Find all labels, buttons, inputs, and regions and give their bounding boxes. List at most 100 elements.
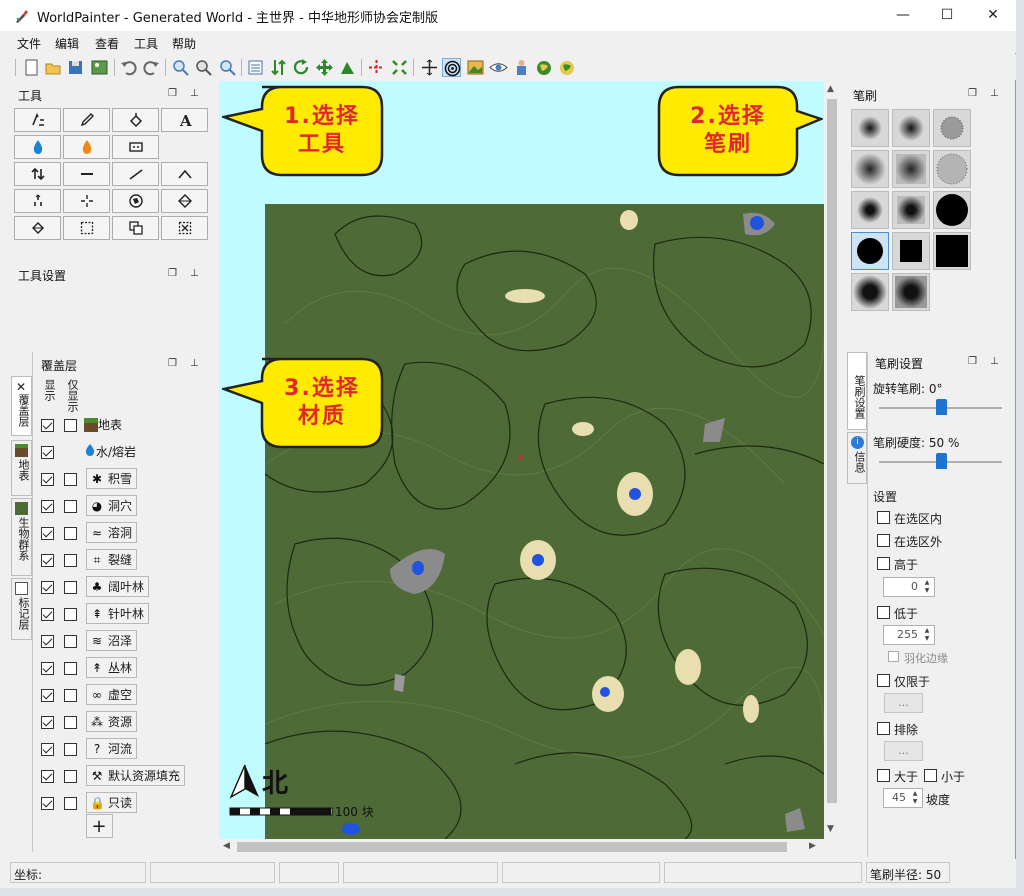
menu-file[interactable]: 文件 xyxy=(17,35,41,52)
map-canvas[interactable]: 1.选择 工具 2.选择 笔刷 3.选择 材质 北 100 块 xyxy=(219,81,824,839)
panel-pin-icon[interactable]: ⊥ xyxy=(190,358,199,369)
copy-selection-tool-icon[interactable] xyxy=(112,216,159,240)
spinner-arrows-icon[interactable]: ▲ ▼ xyxy=(910,790,920,806)
lava-flood-tool-icon[interactable] xyxy=(63,135,110,159)
redo-icon[interactable] xyxy=(142,58,161,77)
layer-solo-checkbox[interactable] xyxy=(64,608,77,621)
layer-solo-checkbox[interactable] xyxy=(64,770,77,783)
layer-solo-checkbox[interactable] xyxy=(64,635,77,648)
clear-selection-tool-icon[interactable] xyxy=(161,216,208,240)
layer-solo-checkbox[interactable] xyxy=(64,500,77,513)
clone-tool-icon[interactable] xyxy=(14,216,61,240)
tab-info[interactable]: i 信息 xyxy=(847,432,867,484)
terrain-map[interactable] xyxy=(265,204,824,839)
height-tool-icon[interactable] xyxy=(14,108,61,132)
layer-item-0[interactable]: 地表 xyxy=(84,416,122,433)
brush-round-hard[interactable] xyxy=(933,191,971,229)
edit-terrain-icon[interactable] xyxy=(338,58,357,77)
layer-show-checkbox[interactable] xyxy=(41,743,54,756)
layer-item-4[interactable]: ≈ 溶洞 xyxy=(86,522,138,543)
layer-item-12[interactable]: ? 河流 xyxy=(86,738,138,759)
brush-square-soft-small[interactable] xyxy=(892,109,930,147)
show-contours-icon[interactable] xyxy=(442,58,461,77)
layer-show-checkbox[interactable] xyxy=(41,527,54,540)
brush-round-selected[interactable] xyxy=(851,232,889,270)
layer-item-5[interactable]: ⌗ 裂缝 xyxy=(86,549,138,570)
slope-spinner[interactable]: 45 ▲ ▼ xyxy=(883,788,923,808)
save-world-icon[interactable] xyxy=(66,58,85,77)
layer-solo-checkbox[interactable] xyxy=(64,527,77,540)
layer-solo-checkbox[interactable] xyxy=(64,473,77,486)
show-view-distance-icon[interactable] xyxy=(489,58,508,77)
brush-noise-medium[interactable] xyxy=(933,150,971,188)
brush-round-soft-small[interactable] xyxy=(851,109,889,147)
layer-item-7[interactable]: ⇞ 针叶林 xyxy=(86,603,150,624)
layer-item-8[interactable]: ≋ 沼泽 xyxy=(86,630,138,651)
smooth-tool-icon[interactable] xyxy=(14,189,61,213)
show-overlay-image-icon[interactable] xyxy=(466,58,485,77)
layer-solo-checkbox[interactable] xyxy=(64,581,77,594)
water-flood-tool-icon[interactable] xyxy=(14,135,61,159)
layer-solo-checkbox[interactable] xyxy=(64,554,77,567)
layer-show-checkbox[interactable] xyxy=(41,473,54,486)
layer-show-checkbox[interactable] xyxy=(41,581,54,594)
zoom-in-icon[interactable] xyxy=(171,58,190,77)
layer-item-3[interactable]: ◕ 洞穴 xyxy=(86,495,138,516)
brush-square-hardish[interactable] xyxy=(892,191,930,229)
layer-show-checkbox[interactable] xyxy=(41,608,54,621)
layer-show-checkbox[interactable] xyxy=(41,770,54,783)
feather-checkbox[interactable] xyxy=(888,651,899,662)
panel-float-icon[interactable]: ❐ xyxy=(968,356,977,367)
scroll-up-icon[interactable]: ▲ xyxy=(827,84,834,94)
dimension-properties-icon[interactable] xyxy=(246,58,265,77)
panel-pin-icon[interactable]: ⊥ xyxy=(190,88,199,99)
layer-show-checkbox[interactable] xyxy=(41,500,54,513)
scroll-down-icon[interactable]: ▼ xyxy=(827,824,834,834)
panel-float-icon[interactable]: ❐ xyxy=(168,268,177,279)
rotation-slider-thumb[interactable] xyxy=(935,399,947,415)
layer-item-11[interactable]: ⁂ 资源 xyxy=(86,711,138,732)
flatten-tool-icon[interactable] xyxy=(63,162,110,186)
in-selection-checkbox[interactable] xyxy=(877,511,890,524)
layer-show-checkbox[interactable] xyxy=(41,662,54,675)
menu-view[interactable]: 查看 xyxy=(95,35,119,52)
panel-pin-icon[interactable]: ⊥ xyxy=(990,356,999,367)
brush-noise-small[interactable] xyxy=(933,109,971,147)
brush-round-soft-medium[interactable] xyxy=(851,150,889,188)
layer-solo-checkbox[interactable] xyxy=(64,716,77,729)
close-button[interactable]: ✕ xyxy=(970,0,1016,31)
layer-item-1[interactable]: 水/熔岩 xyxy=(84,443,136,460)
except-checkbox[interactable] xyxy=(877,722,890,735)
layer-item-13[interactable]: ⚒ 默认资源填充 xyxy=(86,765,186,786)
brush-round-hardish[interactable] xyxy=(851,191,889,229)
above-height-spinner[interactable]: 0 ▲ ▼ xyxy=(883,577,935,597)
menu-edit[interactable]: 编辑 xyxy=(55,35,79,52)
layer-show-checkbox[interactable] xyxy=(41,797,54,810)
brush-square-feathered[interactable] xyxy=(892,273,930,311)
layer-show-checkbox[interactable] xyxy=(41,716,54,729)
text-tool-icon[interactable]: A xyxy=(161,108,208,132)
layer-show-checkbox[interactable] xyxy=(41,689,54,702)
spinner-arrows-icon[interactable]: ▲ ▼ xyxy=(922,579,932,595)
scroll-right-icon[interactable]: ▶ xyxy=(809,841,816,851)
vertical-scroll-thumb[interactable] xyxy=(827,99,837,803)
spinner-arrows-icon[interactable]: ▲ ▼ xyxy=(922,627,932,643)
show-grid-icon[interactable] xyxy=(420,58,439,77)
show-walking-distance-icon[interactable] xyxy=(512,58,531,77)
horizontal-scrollbar[interactable]: ◀ ▶ xyxy=(219,839,824,855)
tab-biomes[interactable]: 生物群系 xyxy=(11,498,32,576)
shift-world-icon[interactable] xyxy=(315,58,334,77)
layer-item-10[interactable]: ∞ 虚空 xyxy=(86,684,138,705)
panel-pin-icon[interactable]: ⊥ xyxy=(990,88,999,99)
out-selection-checkbox[interactable] xyxy=(877,534,890,547)
zoom-reset-icon[interactable] xyxy=(194,58,213,77)
selection-tool-icon[interactable] xyxy=(63,216,110,240)
slope-tool-icon[interactable] xyxy=(112,162,159,186)
panel-float-icon[interactable]: ❐ xyxy=(968,88,977,99)
mountain-tool-icon[interactable] xyxy=(161,162,208,186)
horizontal-scroll-thumb[interactable] xyxy=(237,842,787,852)
vertical-scrollbar[interactable]: ▲ ▼ xyxy=(824,81,840,839)
layer-solo-checkbox[interactable] xyxy=(64,797,77,810)
undo-icon[interactable] xyxy=(119,58,138,77)
layer-show-checkbox[interactable] xyxy=(41,419,54,432)
